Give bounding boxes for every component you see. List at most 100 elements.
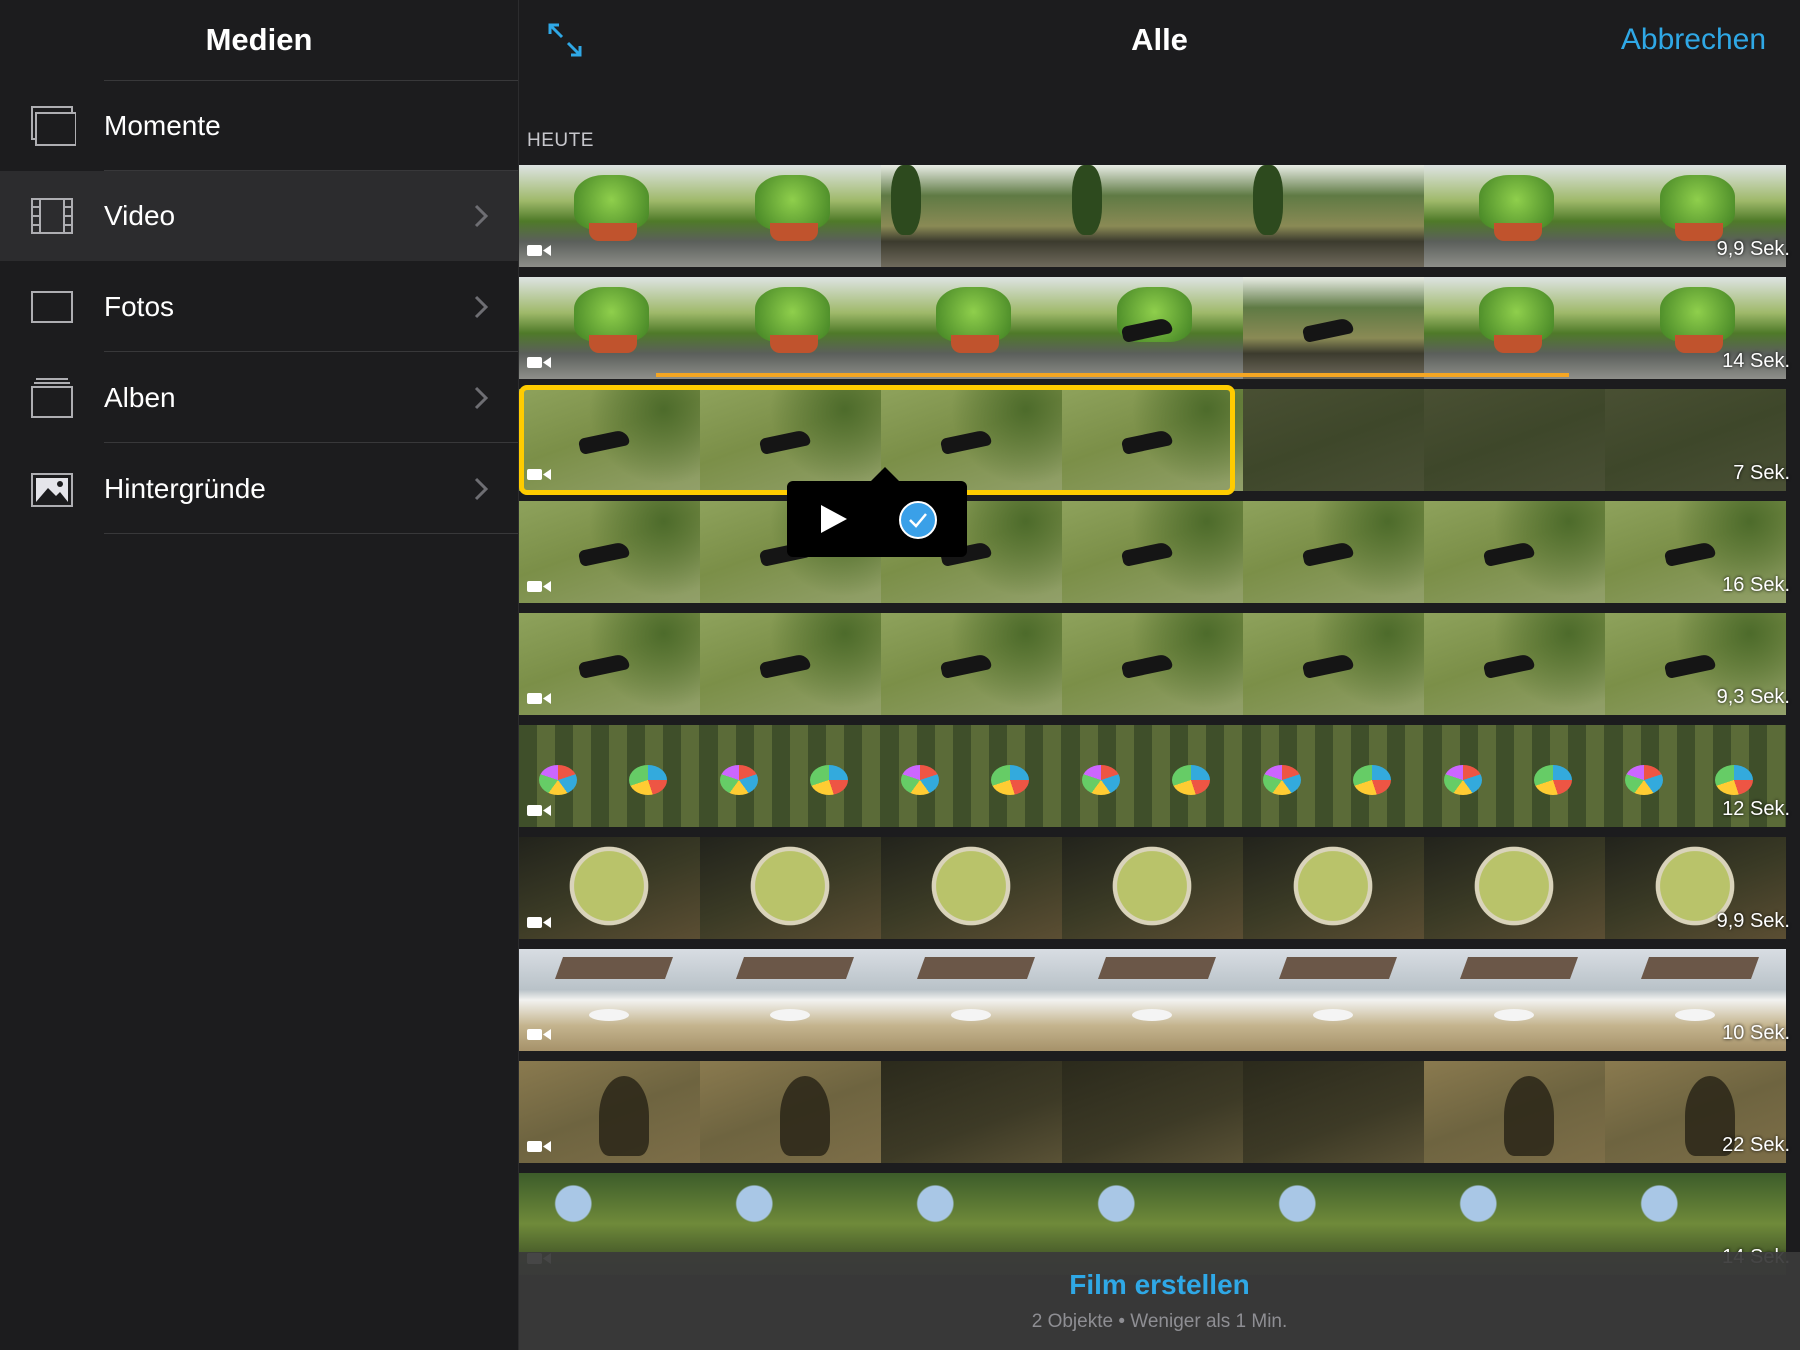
video-frame-thumbnail [1424, 725, 1605, 827]
sidebar-item-albums[interactable]: Alben [0, 353, 518, 443]
chevron-right-icon [474, 477, 489, 501]
video-clip-row[interactable]: 9,3 Sek. [519, 613, 1800, 715]
video-frame-thumbnail [1243, 837, 1424, 939]
video-clip-row[interactable]: 12 Sek. [519, 725, 1800, 827]
video-frame-thumbnail [700, 1061, 881, 1163]
divider [104, 442, 518, 443]
clip-duration: 9,3 Sek. [1716, 686, 1790, 708]
page-title: Alle [1131, 22, 1188, 57]
clip-duration: 12 Sek. [1722, 798, 1790, 820]
video-frame-thumbnail [881, 725, 1062, 827]
video-frame-thumbnail [1062, 725, 1243, 827]
video-frame-thumbnail [700, 949, 881, 1051]
clip-duration: 9,9 Sek. [1716, 238, 1790, 260]
video-frame-thumbnail [881, 837, 1062, 939]
video-frame-thumbnail [1424, 837, 1605, 939]
selection-summary: 2 Objekte • Weniger als 1 Min. [1031, 1311, 1288, 1332]
video-frame-thumbnail [1424, 613, 1605, 715]
chevron-right-icon [474, 295, 489, 319]
play-icon[interactable] [815, 501, 851, 537]
video-frame-thumbnail [1062, 1061, 1243, 1163]
video-frame-thumbnail [1243, 613, 1424, 715]
albums-icon [31, 378, 73, 418]
video-clip-row[interactable]: 16 Sek. [519, 501, 1800, 603]
video-frame-thumbnail [1243, 725, 1424, 827]
sidebar-item-label: Momente [104, 110, 221, 141]
video-frame-thumbnail [700, 837, 881, 939]
expand-icon[interactable] [547, 22, 583, 58]
used-range-indicator [656, 373, 1569, 377]
clip-duration: 16 Sek. [1722, 574, 1790, 596]
video-camera-icon [527, 245, 551, 256]
sidebar-item-photos[interactable]: Fotos [0, 262, 518, 352]
video-frame-thumbnail [1062, 613, 1243, 715]
video-clip-row[interactable]: 9,9 Sek. [519, 837, 1800, 939]
video-frame-thumbnail [1424, 501, 1605, 603]
video-frame-thumbnail [1243, 389, 1424, 491]
cancel-button[interactable]: Abbrechen [1621, 0, 1766, 80]
clip-action-popover [787, 467, 967, 557]
video-camera-icon [527, 917, 551, 928]
video-clip-row[interactable]: 9,9 Sek. [519, 165, 1800, 267]
divider [104, 533, 518, 534]
video-frame-thumbnail [700, 277, 881, 379]
sidebar-item-label: Fotos [104, 291, 175, 322]
video-camera-icon [527, 805, 551, 816]
video-frame-thumbnail [1243, 949, 1424, 1051]
video-frame-thumbnail [881, 613, 1062, 715]
video-frame-thumbnail [1243, 501, 1424, 603]
video-frame-thumbnail [700, 613, 881, 715]
video-clip-row[interactable]: 22 Sek. [519, 1061, 1800, 1163]
clip-duration: 14 Sek. [1722, 350, 1790, 372]
sidebar-item-video[interactable]: Video [0, 171, 518, 261]
video-frame-thumbnail [881, 277, 1062, 379]
section-header: HEUTE [527, 130, 594, 151]
bottom-bar: Film erstellen 2 Objekte • Weniger als 1… [519, 1252, 1800, 1350]
video-frame-thumbnail [1243, 1061, 1424, 1163]
video-frame-thumbnail [1243, 277, 1424, 379]
video-frame-thumbnail [1424, 165, 1605, 267]
media-sidebar: Medien Momente Video Fotos Alben Hinterg… [0, 0, 519, 1350]
checkmark-glyph [909, 513, 927, 528]
video-frame-thumbnail [881, 949, 1062, 1051]
clip-duration: 22 Sek. [1722, 1134, 1790, 1156]
video-frame-thumbnail [881, 165, 1062, 267]
video-frame-thumbnail [1062, 165, 1243, 267]
sidebar-item-label: Alben [104, 382, 176, 413]
video-clip-row[interactable]: 14 Sek. [519, 277, 1800, 379]
video-frame-thumbnail [1062, 949, 1243, 1051]
top-bar: Alle Abbrechen [519, 0, 1800, 80]
video-frame-thumbnail [700, 725, 881, 827]
video-frame-thumbnail [1243, 165, 1424, 267]
video-frame-thumbnail [700, 165, 881, 267]
sidebar-item-label: Hintergründe [104, 473, 266, 504]
video-frame-thumbnail [1424, 277, 1605, 379]
chevron-right-icon [474, 204, 489, 228]
checkmark-icon[interactable] [899, 501, 937, 539]
sidebar-item-moments[interactable]: Momente [0, 81, 518, 171]
backgrounds-icon [31, 473, 73, 507]
sidebar-item-backgrounds[interactable]: Hintergründe [0, 444, 518, 534]
sidebar-item-label: Video [104, 200, 176, 231]
video-frame-thumbnail [1062, 277, 1243, 379]
video-camera-icon [527, 581, 551, 592]
film-icon [31, 198, 73, 234]
chevron-right-icon [474, 386, 489, 410]
divider [104, 351, 518, 352]
video-frame-thumbnail [1424, 1061, 1605, 1163]
photo-frame-icon [31, 291, 73, 323]
video-camera-icon [527, 1141, 551, 1152]
video-frame-thumbnail [1424, 949, 1605, 1051]
clip-duration: 10 Sek. [1722, 1022, 1790, 1044]
video-frame-thumbnail [1424, 389, 1605, 491]
video-camera-icon [527, 693, 551, 704]
moments-icon [31, 106, 76, 146]
clip-duration: 7 Sek. [1733, 462, 1790, 484]
sidebar-title: Medien [205, 22, 313, 57]
clip-duration: 9,9 Sek. [1716, 910, 1790, 932]
video-frame-thumbnail [881, 1061, 1062, 1163]
video-frame-thumbnail [1062, 501, 1243, 603]
video-camera-icon [527, 1029, 551, 1040]
create-movie-button[interactable]: Film erstellen [1069, 1269, 1250, 1301]
video-clip-row[interactable]: 10 Sek. [519, 949, 1800, 1051]
